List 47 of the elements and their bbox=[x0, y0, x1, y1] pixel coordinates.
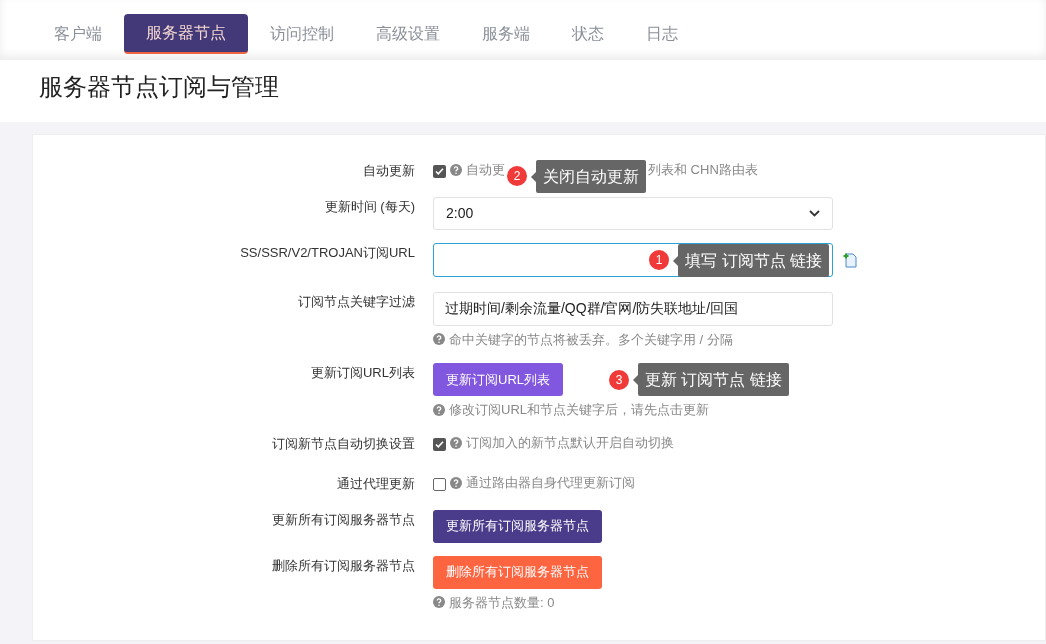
help-icon bbox=[450, 436, 462, 449]
field-label: 更新订阅URL列表 bbox=[310, 364, 416, 382]
help-text: 服务器节点数量: 0 bbox=[449, 593, 555, 612]
tab[interactable]: 高级设置 bbox=[356, 14, 460, 54]
add-document-icon[interactable] bbox=[842, 251, 858, 268]
help-icon bbox=[433, 403, 445, 416]
help-text: 列表和 CHN路由表 bbox=[648, 161, 758, 180]
tab[interactable]: 服务端 bbox=[462, 14, 550, 54]
field-label: 更新所有订阅服务器节点 bbox=[271, 510, 416, 529]
tab[interactable]: 状态 bbox=[552, 14, 624, 54]
tab[interactable]: 服务器节点 bbox=[124, 14, 248, 54]
time-select[interactable]: 2:00 bbox=[433, 196, 833, 230]
checkbox[interactable] bbox=[433, 478, 446, 491]
help-text: 命中关键字的节点将被丢弃。多个关键字用 / 分隔 bbox=[449, 330, 733, 349]
tab[interactable]: 日志 bbox=[626, 14, 698, 54]
field-label: 删除所有订阅服务器节点 bbox=[271, 556, 416, 575]
page-title: 服务器节点订阅与管理 bbox=[39, 72, 280, 102]
action-button[interactable]: 删除所有订阅服务器节点 bbox=[433, 555, 602, 589]
field-label: 自动更新 bbox=[362, 162, 416, 180]
field-label: 订阅节点关键字过滤 bbox=[297, 292, 416, 311]
url-input-field[interactable]: 1 填写 订阅节点 链接 bbox=[433, 242, 833, 277]
step-number-badge: 3 bbox=[609, 369, 629, 390]
help-icon bbox=[433, 333, 445, 346]
checkbox[interactable] bbox=[433, 165, 446, 178]
tab[interactable]: 访问控制 bbox=[250, 14, 354, 54]
tooltip: 关闭自动更新 bbox=[536, 159, 646, 193]
help-icon bbox=[450, 164, 462, 176]
step-number-badge: 2 bbox=[507, 166, 527, 186]
tab[interactable]: 客户端 bbox=[34, 14, 122, 54]
step-number-badge: 1 bbox=[649, 250, 670, 270]
field-label: SS/SSR/V2/TROJAN订阅URL bbox=[239, 243, 416, 262]
help-icon bbox=[433, 596, 445, 609]
chevron-down-icon bbox=[809, 209, 820, 217]
help-text: 自动更 bbox=[466, 161, 505, 180]
checkbox[interactable] bbox=[433, 437, 446, 451]
tooltip: 更新 订阅节点 链接 bbox=[638, 363, 789, 396]
input-field[interactable]: 过期时间/剩余流量/QQ群/官网/防失联地址/回国 bbox=[433, 291, 833, 326]
field-label: 订阅新节点自动切换设置 bbox=[271, 434, 416, 453]
help-text: 订阅加入的新节点默认开启自动切换 bbox=[466, 433, 674, 452]
action-button[interactable]: 更新所有订阅服务器节点 bbox=[433, 509, 602, 543]
tooltip: 填写 订阅节点 链接 bbox=[678, 243, 829, 277]
action-button[interactable]: 更新订阅URL列表 bbox=[433, 363, 563, 396]
help-text: 通过路由器自身代理更新订阅 bbox=[466, 474, 635, 493]
field-label: 更新时间 (每天) bbox=[323, 197, 416, 216]
help-icon bbox=[450, 477, 462, 489]
help-text: 修改订阅URL和节点关键字后，请先点击更新 bbox=[449, 401, 709, 419]
field-label: 通过代理更新 bbox=[336, 475, 416, 493]
